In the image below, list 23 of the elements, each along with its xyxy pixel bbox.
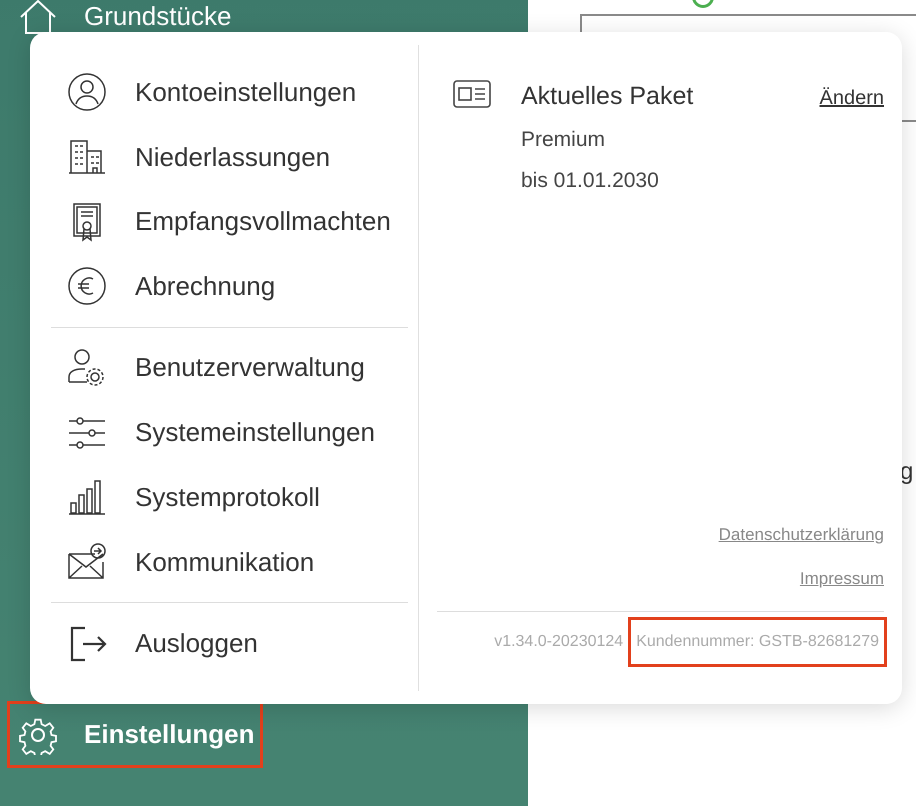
menu-item[interactable]: Abrechnung [135, 266, 276, 306]
menu-item[interactable]: Kontoeinstellungen [135, 72, 356, 112]
package-title: Aktuelles Paket [521, 81, 694, 112]
nav-item[interactable]: Grundstücke [10, 0, 238, 47]
customer-number: Kundennummer: GSTB-82681279 [631, 620, 884, 664]
menu-item[interactable]: Niederlassungen [135, 138, 330, 176]
menu-item[interactable]: Benutzerverwaltung [135, 348, 365, 388]
change-link[interactable]: Ändern [820, 83, 884, 113]
menu-item[interactable]: Systemprotokoll [135, 478, 320, 517]
user-circle-icon [67, 72, 107, 112]
version-text: v1.34.0-20230124 [494, 632, 624, 652]
package-validity: bis 01.01.2030 [521, 168, 660, 194]
euro-icon [67, 266, 107, 306]
id-card-icon [453, 80, 491, 108]
package-plan: Premium [521, 126, 606, 152]
footer-link[interactable]: Datenschutzerklärung [718, 522, 884, 548]
envelope-icon [67, 542, 107, 582]
nav-item[interactable]: Einstellungen [10, 704, 260, 765]
menu-item[interactable]: Kommunikation [135, 542, 314, 582]
menu-item[interactable]: Empfangsvollmachten [135, 202, 391, 242]
footer-link[interactable]: Impressum [800, 566, 884, 591]
menu-item[interactable]: Systemeinstellungen [135, 413, 375, 452]
menu-item[interactable]: Ausloggen [135, 624, 258, 664]
